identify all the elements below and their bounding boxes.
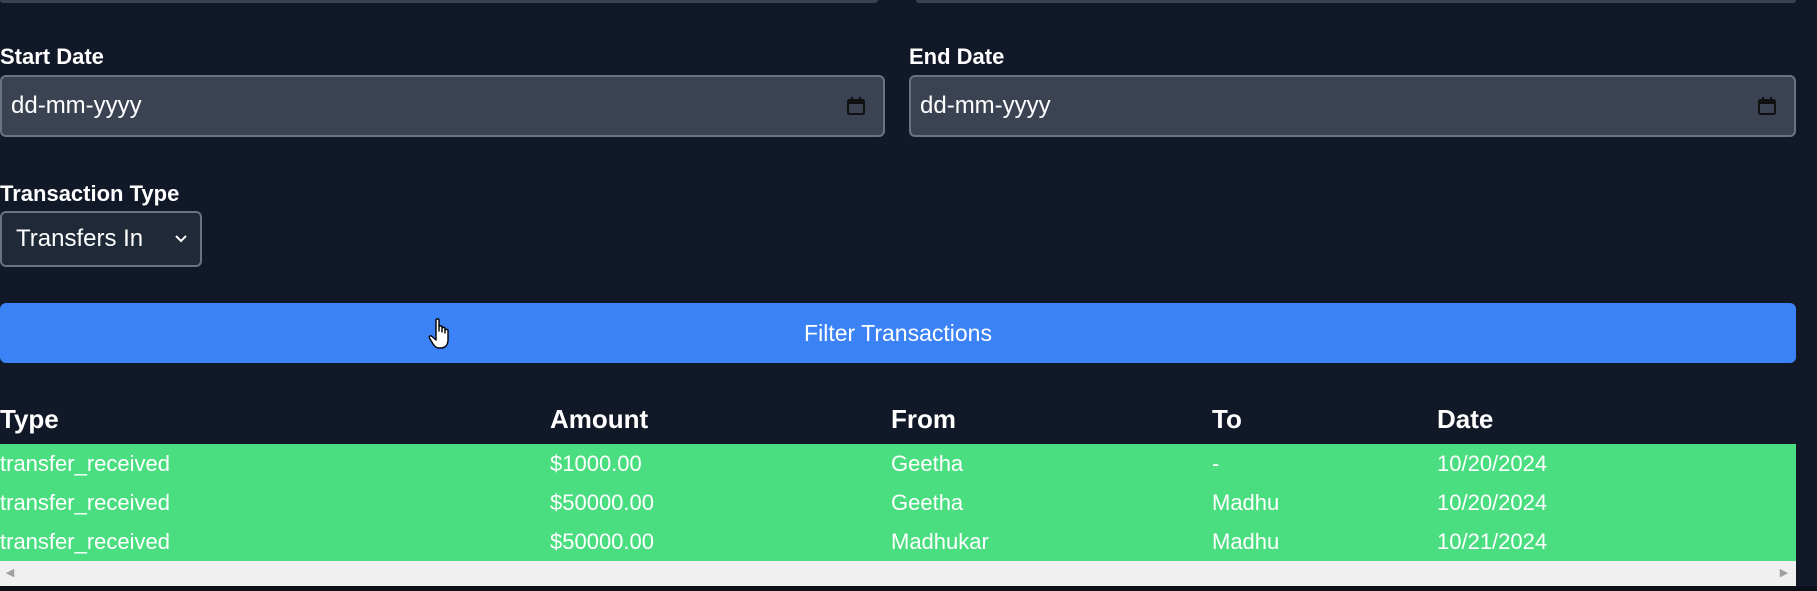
cell-type: transfer_received [0, 490, 170, 515]
cell-type: transfer_received [0, 529, 170, 554]
cell-from: Madhukar [891, 529, 989, 554]
chevron-down-icon [175, 235, 187, 243]
cell-amount: $50000.00 [550, 529, 654, 554]
transactions-table-header: Type Amount From To Date [0, 404, 1796, 440]
end-date-input[interactable]: dd-mm-yyyy [909, 75, 1796, 137]
start-date-label: Start Date [0, 44, 104, 69]
end-date-placeholder: dd-mm-yyyy [920, 92, 1051, 119]
horizontal-scrollbar[interactable]: ◀ ▶ [0, 561, 1796, 586]
transaction-type-select[interactable]: Transfers In [0, 211, 202, 267]
start-date-placeholder: dd-mm-yyyy [11, 92, 142, 119]
previous-field-edge [916, 0, 1796, 3]
cell-from: Geetha [891, 451, 964, 476]
cell-to: Madhu [1212, 490, 1280, 515]
calendar-icon[interactable] [845, 95, 867, 117]
column-header-date: Date [1437, 404, 1494, 434]
cell-to: - [1212, 451, 1220, 476]
scroll-right-icon[interactable]: ▶ [1778, 567, 1790, 579]
cell-amount: $50000.00 [550, 490, 654, 515]
column-header-type: Type [0, 404, 59, 434]
cell-from: Geetha [891, 490, 964, 515]
previous-field-edge [0, 0, 878, 3]
bottom-edge [0, 586, 1817, 591]
filter-transactions-label: Filter Transactions [804, 319, 992, 346]
hand-pointer-icon [428, 318, 449, 349]
cell-to: Madhu [1212, 529, 1280, 554]
calendar-icon[interactable] [1756, 95, 1778, 117]
transaction-type-selected: Transfers In [16, 225, 144, 252]
cell-date: 10/20/2024 [1437, 490, 1548, 515]
table-row: transfer_received $50000.00 Geetha Madhu… [0, 483, 1796, 522]
start-date-input[interactable]: dd-mm-yyyy [0, 75, 885, 137]
table-row: transfer_received $1000.00 Geetha - 10/2… [0, 444, 1796, 483]
transactions-table-body: transfer_received $1000.00 Geetha - 10/2… [0, 444, 1796, 561]
cell-date: 10/21/2024 [1437, 529, 1548, 554]
cell-amount: $1000.00 [550, 451, 642, 476]
transactions-filter-page: Start Date dd-mm-yyyy End Date dd-mm-yyy… [0, 0, 1817, 591]
table-row: transfer_received $50000.00 Madhukar Mad… [0, 522, 1796, 561]
column-header-to: To [1212, 404, 1242, 434]
cell-type: transfer_received [0, 451, 170, 476]
column-header-amount: Amount [550, 404, 649, 434]
filter-transactions-button[interactable]: Filter Transactions [0, 303, 1796, 363]
cell-date: 10/20/2024 [1437, 451, 1548, 476]
end-date-label: End Date [909, 44, 1005, 69]
scroll-left-icon[interactable]: ◀ [4, 567, 16, 579]
transaction-type-label: Transaction Type [0, 181, 180, 206]
column-header-from: From [891, 404, 956, 434]
